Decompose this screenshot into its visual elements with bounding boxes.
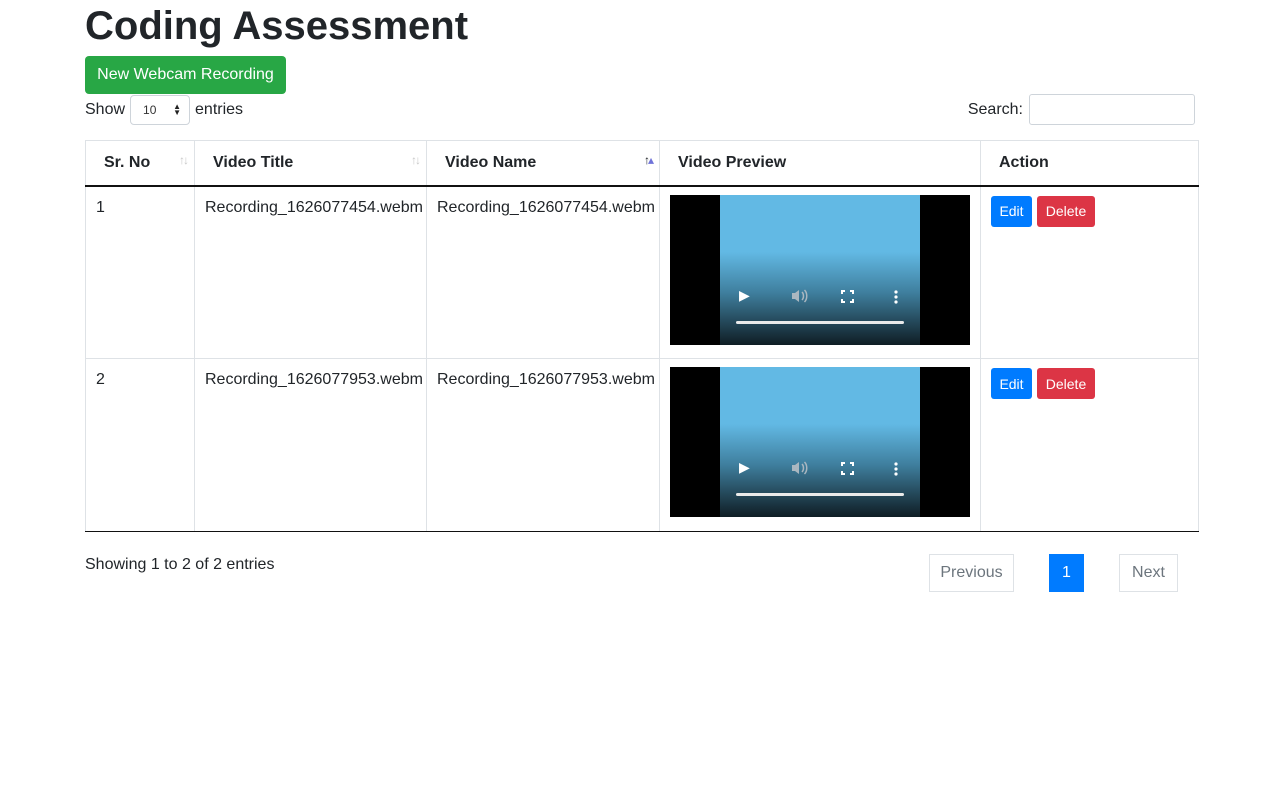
volume-icon[interactable]: [791, 461, 809, 475]
new-webcam-recording-button[interactable]: New Webcam Recording: [85, 56, 286, 94]
page-title: Coding Assessment: [85, 4, 469, 48]
fullscreen-icon[interactable]: [841, 289, 854, 303]
video-player[interactable]: ▶: [670, 194, 970, 345]
search-control: Search:: [968, 94, 1195, 125]
column-header-video-name[interactable]: Video Name ↑▴: [426, 140, 660, 187]
sort-icon: ↑↓: [179, 153, 189, 167]
delete-button[interactable]: Delete: [1037, 368, 1095, 399]
table-row: 1 Recording_1626077454.webm Recording_16…: [85, 185, 1199, 359]
cell-video-preview: ▶: [659, 185, 981, 359]
video-progress-bar[interactable]: [736, 320, 904, 324]
entries-per-page-select[interactable]: 10 ▲ ▼: [130, 95, 191, 125]
cell-video-preview: ▶: [659, 358, 981, 532]
column-header-action: Action: [980, 140, 1199, 187]
entries-per-page-value: 10: [143, 103, 157, 117]
edit-button[interactable]: Edit: [991, 368, 1032, 399]
sort-icon: ↑↓: [411, 153, 421, 167]
table-info: Showing 1 to 2 of 2 entries: [85, 556, 275, 573]
more-options-icon[interactable]: [894, 462, 898, 476]
entries-label: entries: [195, 101, 244, 118]
table-header-row: Sr. No ↑↓ Video Title ↑↓ Video Name ↑▴ V…: [85, 140, 1199, 187]
video-frame: ▶: [720, 194, 920, 345]
cell-video-title: Recording_1626077953.webm: [194, 358, 427, 532]
table-row: 2 Recording_1626077953.webm Recording_16…: [85, 358, 1199, 532]
cell-video-name: Recording_1626077953.webm: [426, 358, 660, 532]
column-header-video-title[interactable]: Video Title ↑↓: [194, 140, 427, 187]
select-arrows-icon: ▲ ▼: [173, 102, 182, 117]
recordings-table: Sr. No ↑↓ Video Title ↑↓ Video Name ↑▴ V…: [85, 140, 1199, 532]
cell-sr-no: 1: [85, 185, 195, 359]
cell-actions: Edit Delete: [980, 185, 1199, 359]
next-page-button[interactable]: Next: [1119, 554, 1178, 592]
search-input[interactable]: [1029, 94, 1195, 125]
cell-actions: Edit Delete: [980, 358, 1199, 532]
sort-ascending-icon: ↑▴: [643, 153, 654, 167]
cell-video-name: Recording_1626077454.webm: [426, 185, 660, 359]
entries-length-control: Show 10 ▲ ▼ entries: [85, 94, 243, 126]
volume-icon[interactable]: [791, 288, 809, 303]
page-1-button[interactable]: 1: [1049, 554, 1084, 592]
delete-button[interactable]: Delete: [1037, 195, 1095, 227]
show-label: Show: [85, 101, 126, 118]
video-frame: ▶: [720, 367, 920, 517]
previous-page-button[interactable]: Previous: [929, 554, 1014, 592]
column-header-sr-no[interactable]: Sr. No ↑↓: [85, 140, 195, 187]
column-header-video-preview: Video Preview: [659, 140, 981, 187]
cell-video-title: Recording_1626077454.webm: [194, 185, 427, 359]
play-icon[interactable]: ▶: [739, 287, 750, 303]
cell-sr-no: 2: [85, 358, 195, 532]
more-options-icon[interactable]: [894, 289, 898, 304]
edit-button[interactable]: Edit: [991, 195, 1032, 227]
video-progress-bar[interactable]: [736, 493, 904, 496]
video-player[interactable]: ▶: [670, 367, 970, 517]
fullscreen-icon[interactable]: [841, 462, 854, 475]
search-label: Search:: [967, 100, 1023, 118]
play-icon[interactable]: ▶: [739, 459, 750, 475]
